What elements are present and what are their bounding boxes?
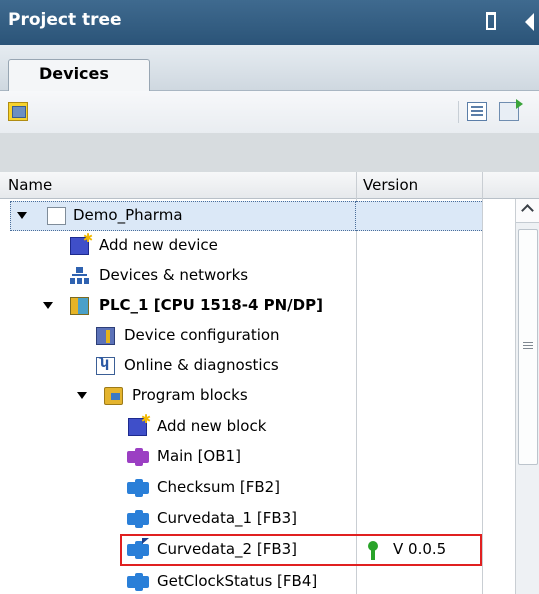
tree-item-label: Devices & networks xyxy=(99,266,249,284)
details-view-icon[interactable] xyxy=(467,102,487,121)
scroll-up-icon[interactable] xyxy=(516,199,539,223)
panel-titlebar: Project tree xyxy=(0,0,539,45)
filter-strip xyxy=(0,133,539,172)
tree-item-root[interactable]: Demo_Pharma xyxy=(0,201,515,231)
tree-item-label: Checksum [FB2] xyxy=(157,478,281,496)
expand-arrow-icon[interactable] xyxy=(77,392,87,399)
tree-item-label: Main [OB1] xyxy=(157,447,241,465)
tree-item-device-configuration[interactable]: Device configuration xyxy=(0,321,515,351)
scrollbar-thumb[interactable] xyxy=(518,229,538,465)
tab-bar: Devices xyxy=(0,45,539,92)
plc-icon xyxy=(70,297,89,315)
column-header: Name Version xyxy=(0,172,539,199)
maximize-icon[interactable] xyxy=(486,12,496,30)
tree-item-curvedata-1[interactable]: Curvedata_1 [FB3] xyxy=(0,504,515,534)
device-configuration-icon xyxy=(96,327,115,345)
tree-item-label: Demo_Pharma xyxy=(73,206,183,224)
add-device-icon xyxy=(70,231,93,255)
column-name-header[interactable]: Name xyxy=(8,176,52,194)
tree-item-main[interactable]: Main [OB1] xyxy=(0,442,515,472)
tree-item-program-blocks[interactable]: Program blocks xyxy=(0,381,515,411)
collapse-arrow-icon[interactable] xyxy=(525,13,534,31)
export-icon[interactable] xyxy=(499,99,523,121)
highlight-box xyxy=(120,534,482,566)
column-version-header[interactable]: Version xyxy=(363,176,418,194)
tree-item-label: Device configuration xyxy=(124,326,280,344)
tree-item-label: Curvedata_1 [FB3] xyxy=(157,509,298,527)
grip-icon xyxy=(523,342,533,343)
toolbar xyxy=(0,91,539,133)
fb-block-icon xyxy=(127,573,149,591)
tree-item-online-diagnostics[interactable]: Online & diagnostics xyxy=(0,351,515,381)
tree-item-getclockstatus[interactable]: GetClockStatus [FB4] xyxy=(0,567,515,594)
tree-item-add-new-device[interactable]: Add new device xyxy=(0,231,515,261)
vertical-scrollbar[interactable] xyxy=(515,199,539,594)
tree-item-add-new-block[interactable]: Add new block xyxy=(0,412,515,442)
tree-item-label: Add new block xyxy=(157,417,267,435)
folder-icon xyxy=(104,387,123,405)
online-diagnostics-icon xyxy=(96,356,115,375)
panel-title: Project tree xyxy=(8,10,122,30)
tree-item-label: Online & diagnostics xyxy=(124,356,279,374)
tree-item-devices-networks[interactable]: Devices & networks xyxy=(0,261,515,291)
tree-item-plc[interactable]: PLC_1 [CPU 1518-4 PN/DP] xyxy=(0,291,515,321)
new-group-icon[interactable] xyxy=(8,102,28,121)
tree-item-label: Add new device xyxy=(99,236,218,254)
tab-devices[interactable]: Devices xyxy=(8,59,150,92)
add-block-icon xyxy=(128,412,151,436)
tree-item-label: PLC_1 [CPU 1518-4 PN/DP] xyxy=(99,296,323,314)
tree-item-checksum[interactable]: Checksum [FB2] xyxy=(0,473,515,503)
fb-block-icon xyxy=(127,479,149,497)
ob-block-icon xyxy=(127,448,149,466)
tree-item-label: Program blocks xyxy=(132,386,248,404)
tree-item-label: GetClockStatus [FB4] xyxy=(157,572,318,590)
project-icon xyxy=(47,207,66,225)
expand-arrow-icon[interactable] xyxy=(43,302,53,309)
expand-arrow-icon[interactable] xyxy=(17,212,27,219)
network-icon xyxy=(70,267,89,285)
fb-block-icon xyxy=(127,510,149,528)
toolbar-separator xyxy=(458,101,459,123)
